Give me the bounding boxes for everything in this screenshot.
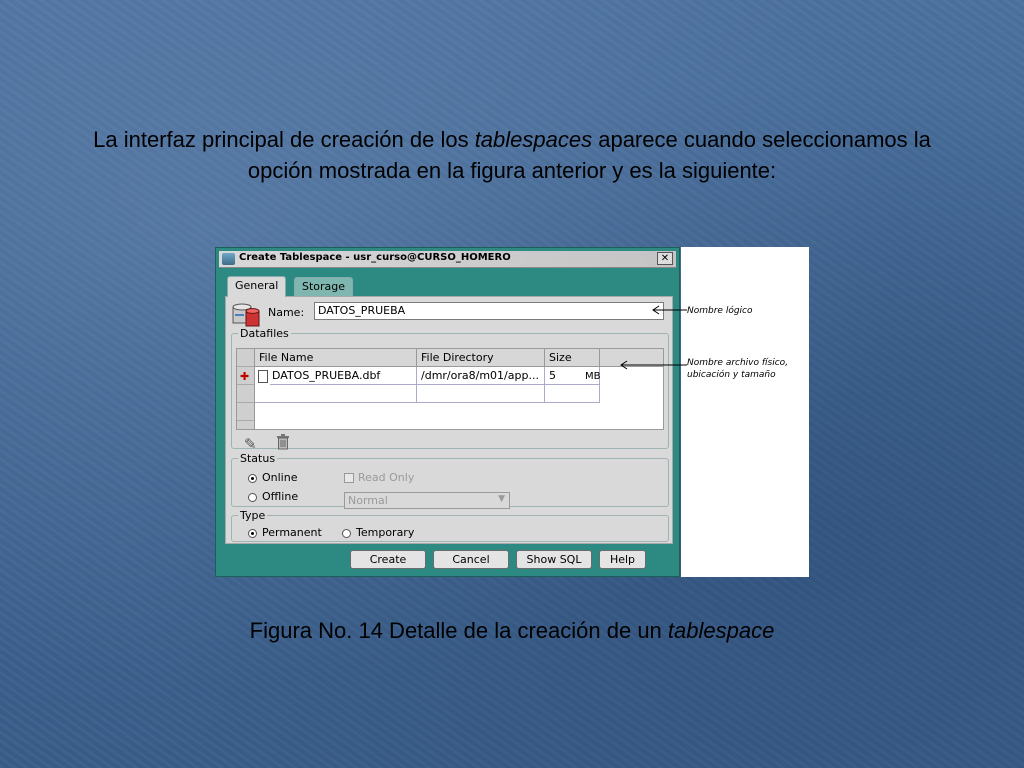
intro-text-part: La interfaz principal de creación de los (93, 127, 475, 152)
intro-text-part: aparece cuando seleccionamos la (592, 127, 931, 152)
figure-caption: Figura No. 14 Detalle de la creación de … (0, 617, 1024, 645)
arrow-physical-name (620, 360, 687, 370)
arrow-logical-name (652, 305, 687, 315)
annotation-physical-line2: ubicación y tamaño (687, 370, 776, 380)
annotation-physical-line1: Nombre archivo físico, (687, 358, 789, 368)
intro-text-line2: opción mostrada en la figura anterior y … (247, 158, 777, 183)
screenshot-figure: Create Tablespace - usr_curso@CURSO_HOME… (215, 247, 809, 577)
annotation-physical-name: Nombre archivo físico, ubicación y tamañ… (687, 357, 788, 381)
caption-text: Figura No. 14 Detalle de la creación de … (249, 618, 668, 643)
tab-general[interactable]: General (227, 276, 287, 297)
slide-intro-text: La interfaz principal de creación de los… (0, 124, 1024, 186)
annotation-arrows (620, 305, 687, 370)
intro-emphasis: tablespaces (474, 127, 593, 152)
caption-emphasis: tablespace (667, 618, 775, 643)
annotation-logical-name: Nombre lógico (687, 306, 753, 316)
